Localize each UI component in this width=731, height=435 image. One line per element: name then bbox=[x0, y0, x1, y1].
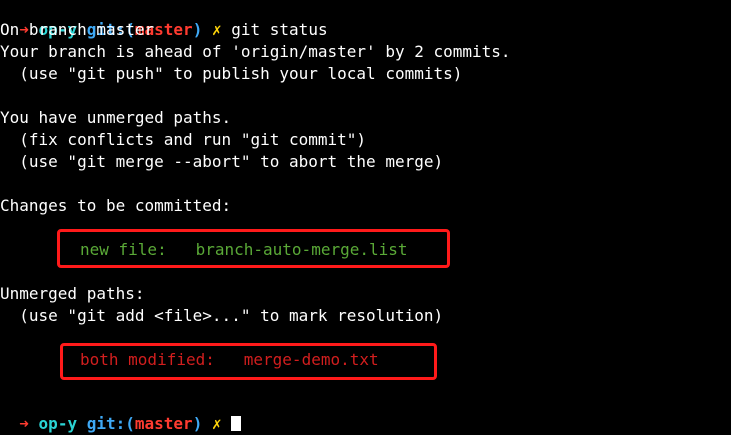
prompt-dirty-icon: ✗ bbox=[211, 414, 222, 433]
staged-file-name: branch-auto-merge.list bbox=[195, 240, 408, 259]
output-changes-header: Changes to be committed: bbox=[0, 196, 232, 215]
prompt-git-close: ) bbox=[192, 20, 203, 39]
unmerged-file-label: both modified: bbox=[80, 350, 244, 369]
unmerged-file-name: merge-demo.txt bbox=[243, 350, 379, 369]
terminal-cursor[interactable] bbox=[231, 416, 242, 431]
output-ahead: Your branch is ahead of 'origin/master' … bbox=[0, 42, 511, 61]
output-fix-hint: (fix conflicts and run "git commit") bbox=[0, 130, 367, 149]
unmerged-file-row: both modified: merge-demo.txt bbox=[80, 349, 379, 371]
output-push-hint: (use "git push" to publish your local co… bbox=[0, 64, 463, 83]
prompt-git-label: git:( bbox=[86, 414, 135, 433]
prompt-command: git status bbox=[231, 20, 328, 39]
output-add-hint: (use "git add <file>..." to mark resolut… bbox=[0, 306, 444, 325]
output-on-branch: On branch master bbox=[0, 20, 155, 39]
prompt-branch: master bbox=[134, 414, 193, 433]
staged-file-row: new file: branch-auto-merge.list bbox=[80, 239, 408, 261]
output-unmerged-header: You have unmerged paths. bbox=[0, 108, 232, 127]
prompt-line: ➜ op-y git:(master) ✗ git status bbox=[0, 0, 327, 39]
prompt-directory: op-y bbox=[38, 414, 78, 433]
prompt-git-close: ) bbox=[192, 414, 203, 433]
output-abort-hint: (use "git merge --abort" to abort the me… bbox=[0, 152, 444, 171]
prompt-arrow-icon: ➜ bbox=[19, 414, 29, 433]
staged-file-label: new file: bbox=[80, 240, 196, 259]
output-unmerged-paths-header: Unmerged paths: bbox=[0, 284, 145, 303]
prompt-line-current: ➜ op-y git:(master) ✗ bbox=[0, 391, 242, 433]
prompt-dirty-icon: ✗ bbox=[211, 20, 222, 39]
